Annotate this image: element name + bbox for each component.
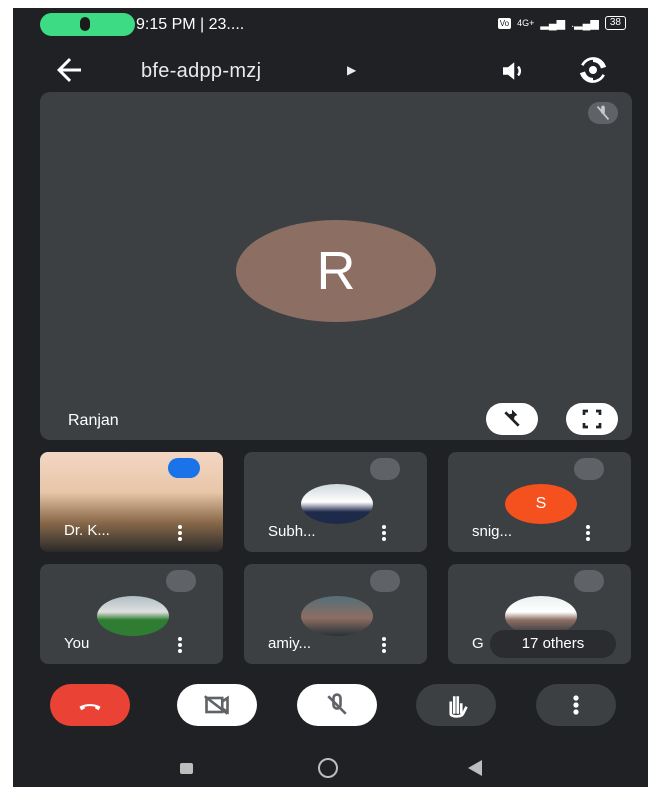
muted-mic-icon: [370, 458, 400, 480]
participant-tile[interactable]: amiy...: [244, 564, 427, 664]
status-indicators: Vo 4G+ ▂▄▆ .▂▄▆ 38: [497, 16, 626, 30]
others-chip[interactable]: 17 others: [490, 630, 616, 658]
recents-icon[interactable]: [180, 763, 193, 774]
avatar: [301, 596, 373, 636]
more-options-icon[interactable]: [176, 524, 184, 542]
status-bar: 9:15 PM | 23.... Vo 4G+ ▂▄▆ .▂▄▆ 38: [13, 8, 648, 42]
avatar: [97, 596, 169, 636]
camera-off-button[interactable]: [177, 684, 257, 726]
participant-tile[interactable]: G 17 others: [448, 564, 631, 664]
main-participant-tile[interactable]: R Ranjan: [40, 92, 632, 440]
meeting-code[interactable]: bfe-adpp-mzj: [141, 60, 261, 83]
fullscreen-button[interactable]: [566, 403, 618, 435]
more-options-button[interactable]: [536, 684, 616, 726]
ongoing-call-indicator[interactable]: [40, 13, 135, 36]
end-call-button[interactable]: [50, 684, 130, 726]
participant-name: Ranjan: [68, 412, 119, 429]
battery-icon: 38: [604, 16, 626, 30]
status-time: 9:15 PM | 23....: [136, 16, 245, 33]
signal-icon-2: .▂▄▆: [571, 17, 599, 30]
muted-mic-icon: [574, 570, 604, 592]
signal-icon: ▂▄▆: [540, 17, 566, 30]
participant-name: snig...: [472, 523, 513, 540]
muted-mic-icon: [370, 570, 400, 592]
app-bar: bfe-adpp-mzj ▶: [13, 46, 648, 94]
raise-hand-button[interactable]: [416, 684, 496, 726]
home-icon[interactable]: [318, 758, 338, 778]
switch-camera-icon[interactable]: [575, 54, 611, 86]
volte-icon: Vo: [497, 17, 512, 29]
participant-name: amiy...: [268, 635, 312, 652]
participant-name: Subh...: [268, 523, 316, 540]
participant-tile[interactable]: S snig...: [448, 452, 631, 552]
pin-button[interactable]: [486, 403, 538, 435]
participant-tile[interactable]: Dr. K...: [40, 452, 223, 552]
participant-name: G: [472, 635, 484, 652]
speaker-icon[interactable]: [497, 56, 529, 86]
avatar: S: [505, 484, 577, 524]
network-type: 4G+: [517, 18, 535, 28]
participant-tile[interactable]: Subh...: [244, 452, 427, 552]
avatar: [301, 484, 373, 524]
muted-mic-icon: [574, 458, 604, 480]
caret-right-icon[interactable]: ▶: [347, 63, 356, 77]
more-options-icon[interactable]: [380, 636, 388, 654]
speaking-indicator-icon: [168, 458, 200, 478]
more-options-icon[interactable]: [176, 636, 184, 654]
call-controls: [13, 684, 648, 736]
more-options-icon[interactable]: [380, 524, 388, 542]
participant-tile[interactable]: You: [40, 564, 223, 664]
muted-mic-icon: [588, 102, 618, 124]
mic-off-button[interactable]: [297, 684, 377, 726]
avatar: R: [236, 220, 436, 322]
meet-call-screen: 9:15 PM | 23.... Vo 4G+ ▂▄▆ .▂▄▆ 38 bfe-…: [13, 8, 648, 787]
participant-name: Dr. K...: [64, 522, 110, 539]
system-nav-bar: [13, 750, 648, 787]
back-arrow-icon[interactable]: [51, 52, 87, 88]
muted-mic-icon: [166, 570, 196, 592]
more-options-icon[interactable]: [584, 524, 592, 542]
mic-icon: [80, 17, 90, 31]
back-nav-icon[interactable]: [468, 760, 482, 776]
participant-name: You: [64, 635, 90, 652]
